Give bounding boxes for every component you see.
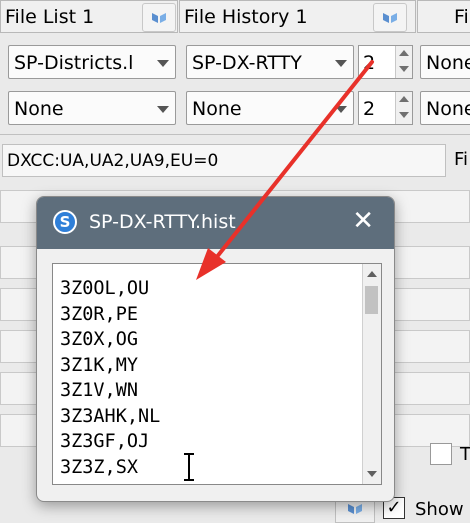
annotation-arrow-icon — [196, 60, 374, 280]
